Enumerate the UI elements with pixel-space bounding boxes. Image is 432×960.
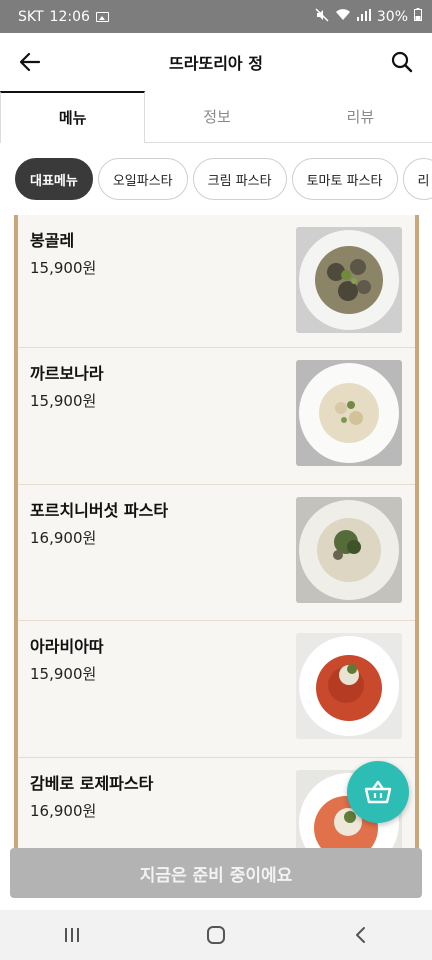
system-back-button[interactable] <box>320 910 400 960</box>
recent-apps-button[interactable] <box>32 910 112 960</box>
chevron-left-icon <box>356 927 365 943</box>
menu-item-name: 까르보나라 <box>30 364 104 383</box>
chip-oil-pasta[interactable]: 오일파스타 <box>97 158 188 200</box>
menu-item[interactable]: 까르보나라 15,900원 <box>18 348 415 485</box>
cart-button[interactable] <box>347 761 409 823</box>
system-nav-bar <box>0 910 432 960</box>
menu-item-name: 봉골레 <box>30 231 75 250</box>
tab-reviews[interactable]: 리뷰 <box>289 91 432 142</box>
signal-icon <box>356 8 371 25</box>
search-icon <box>391 51 413 73</box>
category-chips: 대표메뉴 오일파스타 크림 파스타 토마토 파스타 리 <box>0 143 432 215</box>
menu-item-price: 15,900원 <box>30 392 97 410</box>
menu-item-price: 15,900원 <box>30 259 97 277</box>
app-header: 뜨라또리아 정 <box>0 33 432 91</box>
tab-bar: 메뉴 정보 리뷰 <box>0 91 432 143</box>
menu-item-photo <box>296 496 402 603</box>
tab-menu[interactable]: 메뉴 <box>0 91 146 143</box>
menu-item[interactable]: 포르치니버섯 파스타 16,900원 <box>18 485 415 621</box>
gallery-notification-icon <box>95 11 109 22</box>
recent-apps-icon <box>65 928 79 942</box>
home-button[interactable] <box>176 910 256 960</box>
menu-item-price: 15,900원 <box>30 665 97 683</box>
back-button[interactable] <box>0 33 60 91</box>
clock: 12:06 <box>49 8 90 25</box>
menu-item[interactable]: 봉골레 15,900원 <box>18 215 415 348</box>
battery-icon <box>414 8 422 25</box>
basket-icon <box>364 780 392 804</box>
menu-item-name: 아라비아따 <box>30 637 104 656</box>
order-unavailable-button[interactable]: 지금은 준비 중이에요 <box>10 848 422 898</box>
chip-next-partial[interactable]: 리 <box>402 158 432 200</box>
home-icon <box>207 926 225 944</box>
menu-item-photo <box>296 360 402 466</box>
battery-percent: 30% <box>376 8 408 25</box>
search-button[interactable] <box>372 33 432 91</box>
menu-list: 봉골레 15,900원 까르보나라 15,900원 포르치니버섯 파스타 16,… <box>14 215 419 848</box>
menu-item-price: 16,900원 <box>30 801 97 820</box>
wifi-icon <box>335 8 351 25</box>
menu-item-name: 감베로 로제파스타 <box>30 773 154 793</box>
status-bar: SKT 12:06 30% <box>0 0 432 33</box>
chip-tomato-pasta[interactable]: 토마토 파스타 <box>291 158 398 200</box>
page-title: 뜨라또리아 정 <box>169 54 263 73</box>
back-arrow-icon <box>19 52 41 72</box>
menu-item[interactable]: 아라비아따 15,900원 <box>18 621 415 758</box>
chip-signature-menu[interactable]: 대표메뉴 <box>15 158 93 200</box>
menu-item-name: 포르치니버섯 파스타 <box>30 500 169 520</box>
chip-cream-pasta[interactable]: 크림 파스타 <box>192 158 287 200</box>
carrier-label: SKT <box>18 8 44 25</box>
tab-info[interactable]: 정보 <box>145 91 288 142</box>
menu-item-price: 16,900원 <box>30 528 97 547</box>
menu-item-photo <box>296 633 402 739</box>
mute-icon <box>315 7 329 26</box>
menu-item-photo <box>296 227 402 333</box>
